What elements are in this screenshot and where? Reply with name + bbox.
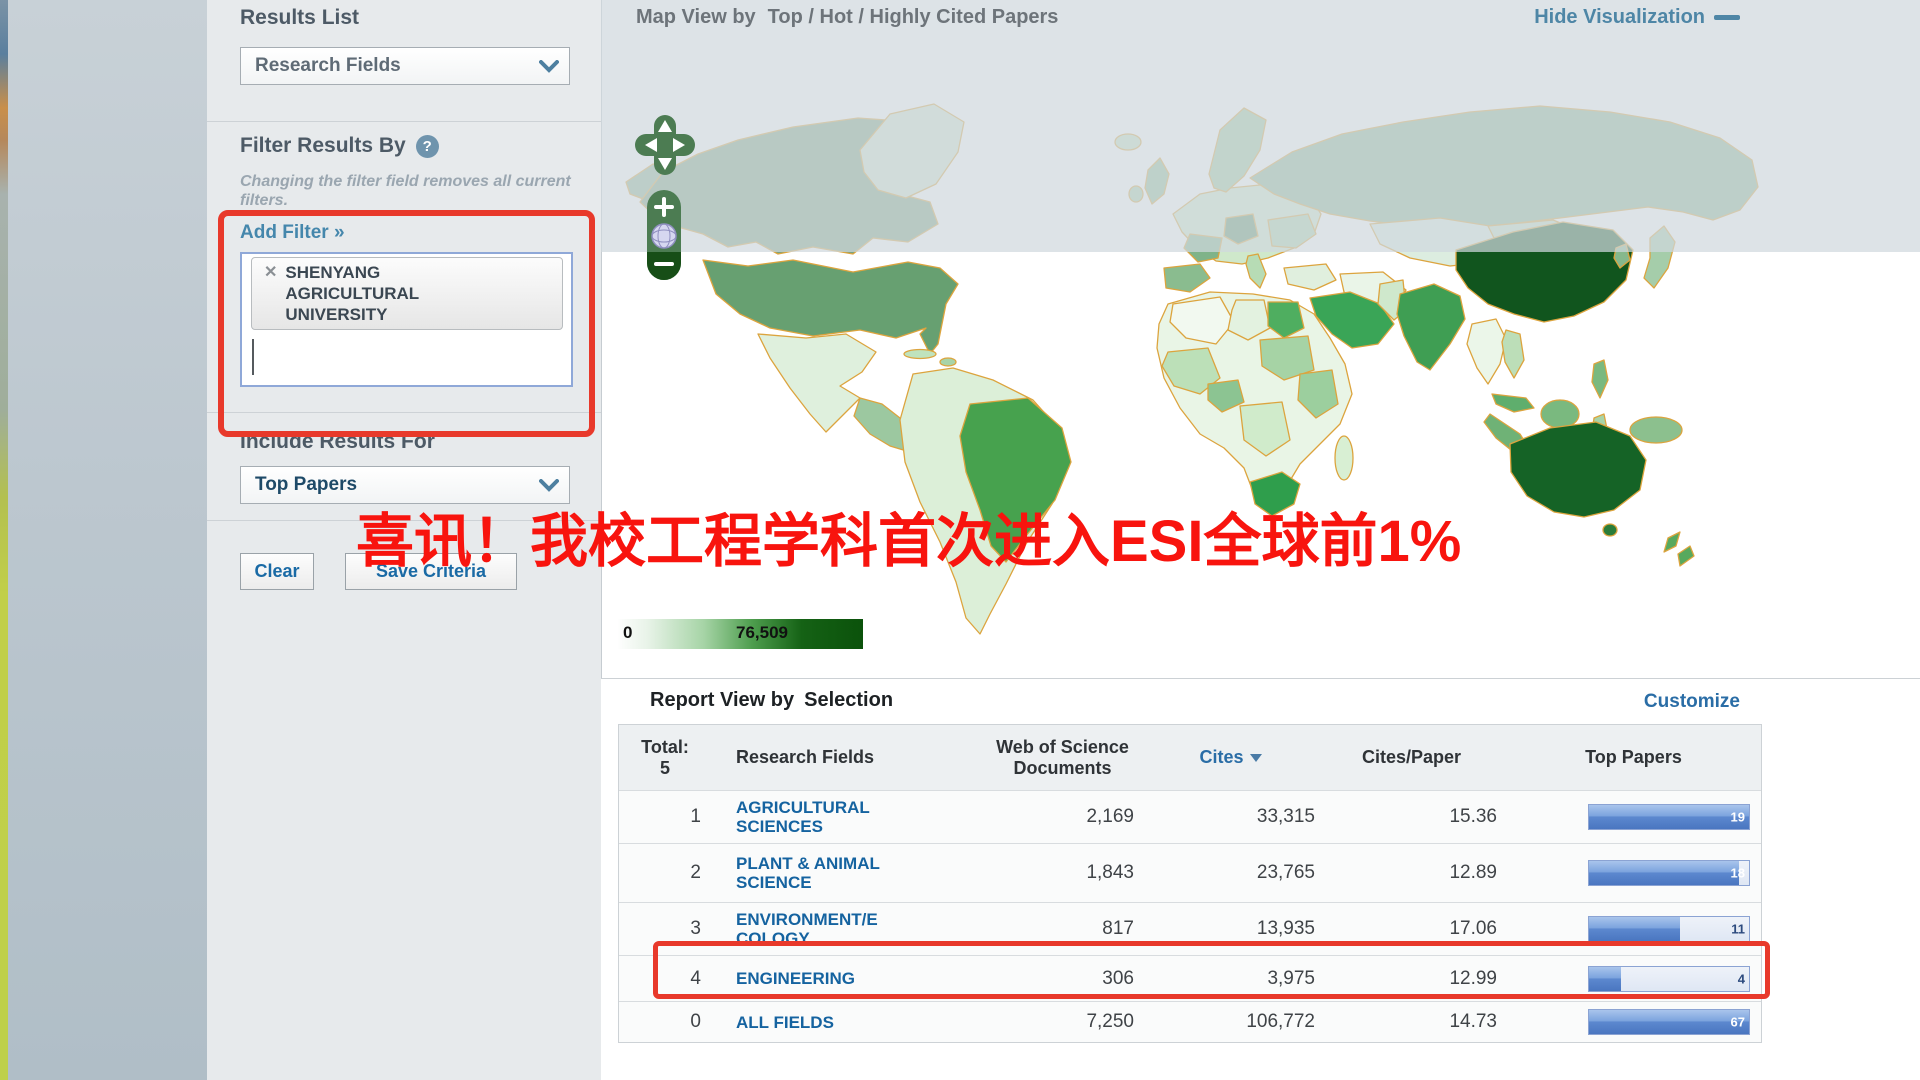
cites-label: Cites <box>1199 747 1243 768</box>
page-background-left <box>8 0 207 1080</box>
hide-visualization-label: Hide Visualization <box>1534 6 1705 29</box>
cites-value: 13,935 <box>1257 918 1315 940</box>
top-papers-count: 67 <box>1731 1015 1745 1030</box>
chevron-down-icon <box>539 60 559 73</box>
country-new-zealand <box>1664 532 1694 566</box>
total-label: Total: <box>641 737 689 758</box>
field-link[interactable]: ALL FIELDS <box>711 1013 834 1032</box>
island-tasmania <box>1603 524 1617 536</box>
annotation-banner-text: 喜讯！我校工程学科首次进入ESI全球前1% <box>356 494 1461 578</box>
results-list-select[interactable]: Research Fields <box>240 47 570 85</box>
top-papers-count: 18 <box>1731 866 1745 881</box>
esi-application-window: Results List Research Fields Filter Resu… <box>0 0 1920 1080</box>
cites-per-paper-value: 12.89 <box>1449 862 1497 884</box>
top-papers-bar: 18 <box>1588 860 1750 886</box>
top-papers-bar: 67 <box>1588 1009 1750 1035</box>
include-results-select-value: Top Papers <box>255 474 357 496</box>
map-header-overlay <box>601 0 1920 252</box>
annotation-box-engineering-row <box>653 941 1770 999</box>
row-rank: 2 <box>690 862 711 884</box>
legend-max: 76,509 <box>736 623 788 643</box>
globe-icon <box>652 224 676 248</box>
col-cites-per-paper: Cites/Paper <box>1326 725 1506 790</box>
cites-value: 106,772 <box>1246 1011 1315 1033</box>
row-rank: 0 <box>690 1011 711 1033</box>
cites-per-paper-value: 15.36 <box>1449 806 1497 828</box>
report-view-title: Report View by Selection <box>650 689 893 712</box>
country-turkey <box>1284 264 1336 290</box>
report-view-title-value: Selection <box>804 689 893 712</box>
country-philippines <box>1592 360 1608 398</box>
col-cites-sortable[interactable]: Cites <box>1146 725 1326 790</box>
filter-results-heading: Filter Results By ? <box>240 134 439 158</box>
cites-per-paper-value: 14.73 <box>1449 1011 1497 1033</box>
col-wos-documents: Web of Science Documents <box>991 725 1146 790</box>
col-research-fields: Research Fields <box>711 725 991 790</box>
row-rank: 3 <box>690 918 711 940</box>
row-rank: 1 <box>690 806 711 828</box>
wallpaper-strip <box>0 0 8 1080</box>
map-view-title-prefix: Map View by <box>636 6 756 29</box>
field-link[interactable]: PLANT & ANIMAL SCIENCE <box>711 854 880 892</box>
docs-value: 7,250 <box>1086 1011 1134 1033</box>
field-link[interactable]: AGRICULTURAL SCIENCES <box>711 798 870 836</box>
cites-value: 33,315 <box>1257 806 1315 828</box>
report-view-title-prefix: Report View by <box>650 689 794 712</box>
top-papers-count: 19 <box>1731 810 1745 825</box>
docs-value: 1,843 <box>1086 862 1134 884</box>
divider <box>207 121 601 122</box>
map-view-title-value: Top / Hot / Highly Cited Papers <box>768 6 1059 29</box>
map-controls[interactable] <box>608 42 728 342</box>
col-top-papers: Top Papers <box>1506 725 1761 790</box>
hide-visualization-link[interactable]: Hide Visualization <box>1534 6 1740 29</box>
map-legend: 0 76,509 <box>618 619 863 649</box>
sort-descending-icon <box>1250 754 1262 762</box>
help-icon[interactable]: ? <box>416 135 439 158</box>
country-hispaniola <box>940 358 956 366</box>
docs-value: 2,169 <box>1086 806 1134 828</box>
total-header: Total: 5 <box>619 725 711 790</box>
minimize-icon <box>1714 15 1740 20</box>
customize-link[interactable]: Customize <box>1644 691 1740 713</box>
docs-value: 817 <box>1102 918 1134 940</box>
results-list-heading: Results List <box>240 6 359 30</box>
report-section: Report View by Selection Customize Total… <box>601 678 1920 1080</box>
table-row: 0 ALL FIELDS 7,250 106,772 14.73 67 <box>619 1001 1761 1042</box>
country-cuba <box>904 350 936 359</box>
cites-value: 23,765 <box>1257 862 1315 884</box>
legend-min: 0 <box>623 623 632 643</box>
top-papers-bar: 19 <box>1588 804 1750 830</box>
table-row: 2 PLANT & ANIMAL SCIENCE 1,843 23,765 12… <box>619 843 1761 902</box>
island-borneo <box>1541 400 1579 428</box>
clear-button[interactable]: Clear <box>240 553 314 590</box>
chevron-down-icon <box>539 479 559 492</box>
top-papers-bar: 11 <box>1588 916 1750 942</box>
results-list-select-value: Research Fields <box>255 55 401 77</box>
top-papers-count: 11 <box>1731 922 1745 937</box>
country-india <box>1397 284 1465 370</box>
cites-per-paper-value: 17.06 <box>1449 918 1497 940</box>
country-australia <box>1510 422 1646 517</box>
map-view-title: Map View by Top / Hot / Highly Cited Pap… <box>636 6 1058 29</box>
total-value: 5 <box>660 758 670 779</box>
country-spain <box>1164 264 1210 292</box>
table-row: 1 AGRICULTURAL SCIENCES 2,169 33,315 15.… <box>619 790 1761 843</box>
filter-results-label: Filter Results By <box>240 134 406 158</box>
country-malaysia <box>1492 394 1534 412</box>
table-header-row: Total: 5 Research Fields Web of Science … <box>619 725 1761 790</box>
filter-note: Changing the filter field removes all cu… <box>240 172 588 210</box>
region-indochina <box>1467 319 1506 384</box>
island-new-guinea <box>1630 417 1682 443</box>
country-vietnam <box>1502 330 1524 378</box>
country-madagascar <box>1335 436 1353 480</box>
annotation-box-filter <box>218 210 595 437</box>
